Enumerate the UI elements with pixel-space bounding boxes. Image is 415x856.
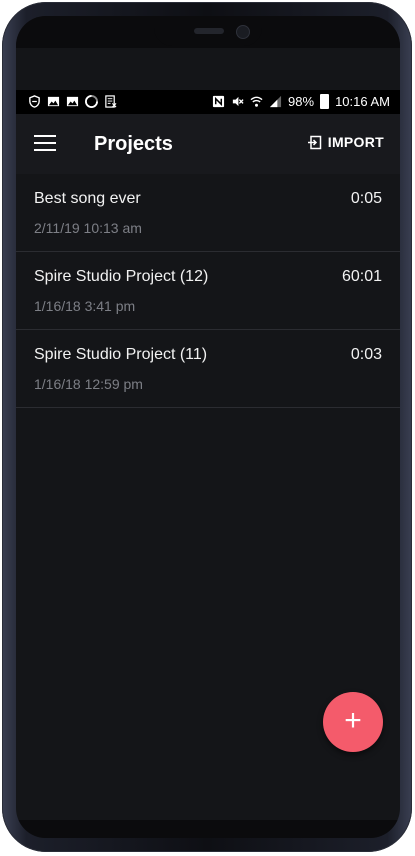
import-button[interactable]: IMPORT (307, 134, 384, 150)
status-right: 98% 10:16 AM (212, 94, 390, 109)
clock: 10:16 AM (335, 94, 390, 109)
shield-icon (29, 95, 40, 108)
project-list: Best song ever 2/11/19 10:13 am 0:05 Spi… (16, 174, 400, 408)
project-duration: 60:01 (341, 268, 382, 285)
battery-percent: 98% (288, 94, 315, 109)
list-item[interactable]: Spire Studio Project (11) 1/16/18 12:59 … (16, 330, 400, 408)
image-icon (47, 96, 60, 107)
status-bar: 98% 10:16 AM (16, 90, 400, 114)
bottom-bezel (16, 820, 400, 838)
project-date: 1/16/18 12:59 pm (34, 376, 143, 392)
import-label: IMPORT (327, 134, 384, 150)
wifi-icon (250, 96, 263, 107)
project-name: Spire Studio Project (12) (34, 268, 209, 285)
menu-icon[interactable] (34, 134, 56, 152)
project-date: 1/16/18 3:41 pm (34, 298, 136, 314)
project-name: Spire Studio Project (11) (34, 346, 208, 363)
add-project-button[interactable]: + (323, 692, 383, 752)
image-icon (66, 96, 79, 107)
battery-icon (320, 94, 330, 109)
import-icon (307, 135, 321, 149)
blank-area (16, 48, 400, 90)
sync-icon (85, 95, 98, 108)
signal-icon (269, 95, 282, 108)
mute-icon (232, 96, 244, 107)
list-item[interactable]: Spire Studio Project (12) 1/16/18 3:41 p… (16, 252, 400, 330)
plus-icon: + (344, 704, 362, 737)
page-title: Projects (94, 133, 173, 155)
project-duration: 0:03 (350, 346, 382, 363)
project-date: 2/11/19 10:13 am (34, 220, 142, 236)
phone-frame: 98% 10:16 AM Projects IMPORT Best song e… (2, 2, 412, 852)
nfc-icon (212, 95, 225, 108)
front-camera (236, 25, 250, 39)
project-name: Best song ever (34, 190, 141, 207)
file-icon (105, 95, 117, 108)
list-item[interactable]: Best song ever 2/11/19 10:13 am 0:05 (16, 174, 400, 252)
speaker-grille (194, 28, 224, 34)
status-left-icons (28, 95, 117, 108)
project-duration: 0:05 (350, 190, 382, 207)
app-toolbar: Projects IMPORT (16, 114, 400, 174)
screen: 98% 10:16 AM Projects IMPORT Best song e… (16, 16, 400, 838)
